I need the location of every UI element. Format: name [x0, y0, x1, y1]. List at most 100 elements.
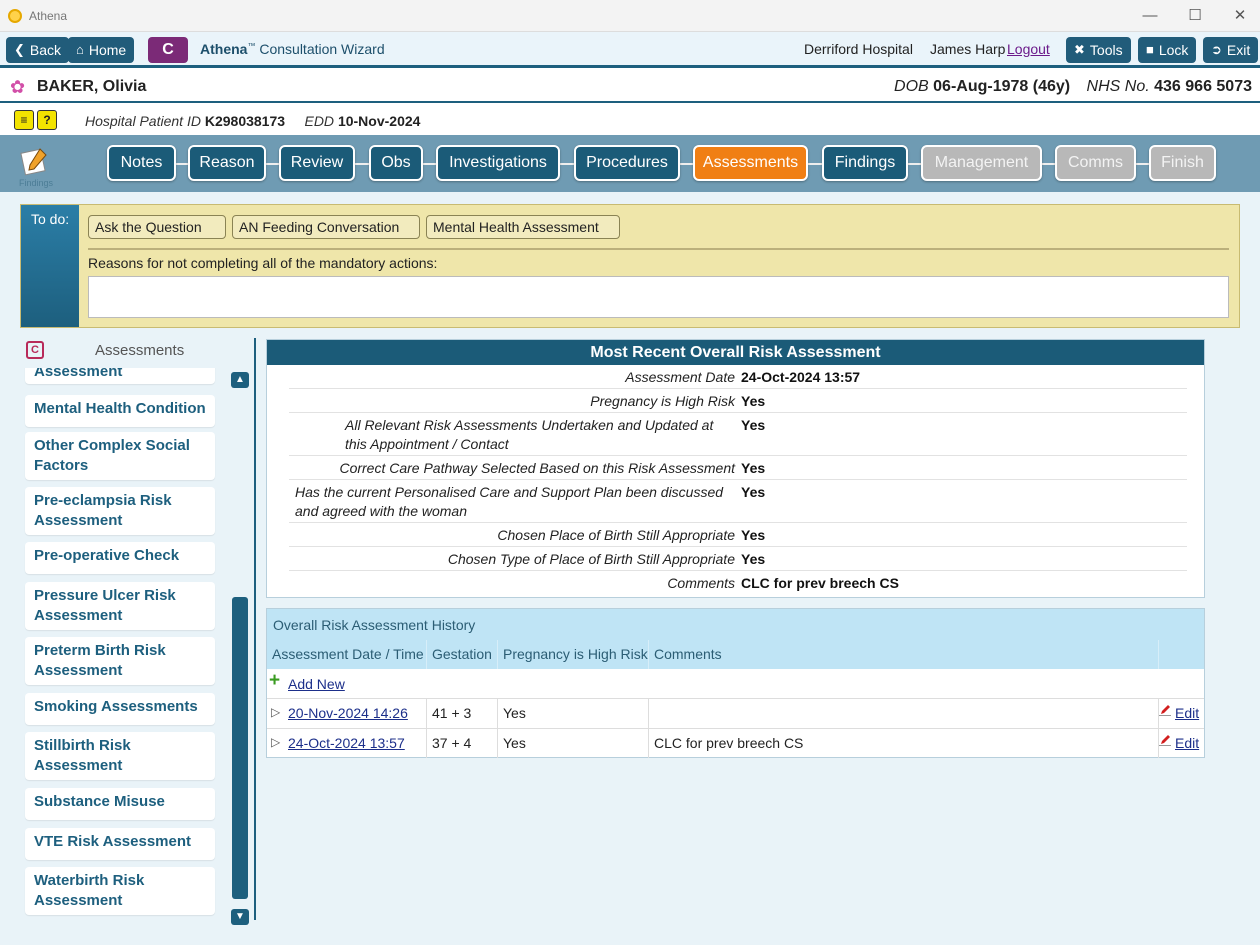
history-date-link[interactable]: 20-Nov-2024 14:26: [288, 705, 408, 721]
scrollbar-thumb[interactable]: [232, 597, 248, 899]
step-reason[interactable]: Reason: [188, 145, 266, 181]
sidebar-item-assessment[interactable]: Assessment: [25, 368, 215, 384]
pencil-icon[interactable]: [1159, 734, 1171, 746]
recent-value: Yes: [741, 417, 766, 433]
edit-link[interactable]: Edit: [1175, 729, 1199, 758]
hospital-id-label: Hospital Patient ID: [85, 113, 201, 129]
column-header-gestation[interactable]: Gestation: [427, 640, 498, 669]
wizard-title: Athena™ Consultation Wizard: [200, 41, 385, 57]
recent-row-care-pathway: Correct Care Pathway Selected Based on t…: [289, 457, 1187, 480]
recent-value: Yes: [741, 460, 766, 476]
todo-mental-health-assessment-button[interactable]: Mental Health Assessment: [426, 215, 620, 239]
recent-row-comments: Comments CLC for prev breech CS: [289, 572, 1187, 595]
todo-panel: To do: Ask the Question AN Feeding Conve…: [20, 204, 1240, 328]
flower-icon: ✿: [10, 77, 26, 97]
reasons-textarea[interactable]: [88, 276, 1229, 318]
todo-label: To do:: [21, 205, 79, 327]
lock-button[interactable]: ■ Lock: [1138, 37, 1197, 63]
minimize-button[interactable]: —: [1130, 4, 1170, 28]
recent-label: Pregnancy is High Risk: [590, 393, 735, 409]
help-icon[interactable]: ?: [37, 110, 57, 130]
sidebar-item-stillbirth-risk-assessment[interactable]: Stillbirth Risk Assessment: [25, 732, 215, 780]
logout-link[interactable]: Logout: [1007, 41, 1050, 57]
exit-button[interactable]: ➲ Exit: [1203, 37, 1259, 63]
recent-value: Yes: [741, 551, 766, 567]
sidebar-item-waterbirth-risk-assessment[interactable]: Waterbirth Risk Assessment: [25, 867, 215, 915]
recent-value: Yes: [741, 393, 766, 409]
column-header-high-risk[interactable]: Pregnancy is High Risk: [498, 640, 649, 669]
scroll-down-icon[interactable]: ▼: [231, 909, 249, 925]
sidebar-item-pre-eclampsia-risk-assessment[interactable]: Pre-eclampsia Risk Assessment: [25, 487, 215, 535]
close-window-button[interactable]: ✕: [1220, 4, 1260, 28]
recent-row-care-plan-discussed: Has the current Personalised Care and Su…: [289, 481, 1187, 523]
sidebar-item-preterm-birth-risk-assessment[interactable]: Preterm Birth Risk Assessment: [25, 637, 215, 685]
window-title: Athena: [29, 9, 68, 23]
sidebar-item-substance-misuse[interactable]: Substance Misuse: [25, 788, 215, 820]
main-content: To do: Ask the Question AN Feeding Conve…: [0, 192, 1260, 945]
tools-button[interactable]: ✖ Tools: [1066, 37, 1131, 63]
sidebar-scrollbar[interactable]: ▲ ▼: [231, 372, 249, 925]
expand-triangle-icon[interactable]: ▷: [271, 729, 280, 755]
trademark-symbol: ™: [247, 41, 256, 51]
add-new-link[interactable]: Add New: [288, 676, 345, 692]
patient-identifiers: DOB 06-Aug-1978 (46y) NHS No. 436 966 50…: [894, 78, 1252, 96]
recent-label: Comments: [667, 575, 735, 591]
history-date-cell: 24-Oct-2024 13:57: [283, 729, 427, 758]
sidebar-header: C Assessments: [20, 338, 254, 364]
todo-ask-the-question-button[interactable]: Ask the Question: [88, 215, 226, 239]
sidebar-item-vte-risk-assessment[interactable]: VTE Risk Assessment: [25, 828, 215, 860]
table-row: ▷ 24-Oct-2024 13:57 37 + 4 Yes CLC for p…: [267, 729, 1204, 759]
column-header-date[interactable]: Assessment Date / Time: [267, 640, 427, 669]
list-alert-icon[interactable]: ≡: [14, 110, 34, 130]
maximize-button[interactable]: ☐: [1175, 4, 1215, 28]
column-header-comments[interactable]: Comments: [649, 640, 1159, 669]
history-gestation: 37 + 4: [427, 729, 498, 758]
recent-value: Yes: [741, 484, 766, 500]
dob-value: 06-Aug-1978 (46y): [933, 78, 1071, 95]
back-label: Back: [29, 42, 62, 58]
history-high-risk: Yes: [498, 729, 649, 758]
c-button[interactable]: C: [148, 37, 188, 63]
recent-row-place-of-birth: Chosen Place of Birth Still Appropriate …: [289, 524, 1187, 547]
home-button[interactable]: ⌂ Home: [68, 37, 135, 63]
todo-an-feeding-conversation-button[interactable]: AN Feeding Conversation: [232, 215, 420, 239]
step-finish: Finish: [1149, 145, 1216, 181]
risk-assessment-history-table: Overall Risk Assessment History Assessme…: [266, 608, 1205, 758]
sidebar-item-smoking-assessments[interactable]: Smoking Assessments: [25, 693, 215, 725]
recent-value: CLC for prev breech CS: [741, 575, 899, 591]
lock-icon: ■: [1146, 42, 1154, 57]
exit-label: Exit: [1226, 42, 1251, 58]
pencil-icon[interactable]: [1159, 704, 1171, 716]
recent-label: Correct Care Pathway Selected Based on t…: [339, 460, 735, 476]
step-comms: Comms: [1055, 145, 1136, 181]
recent-row-type-of-place-of-birth: Chosen Type of Place of Birth Still Appr…: [289, 548, 1187, 571]
step-findings[interactable]: Findings: [822, 145, 908, 181]
step-investigations[interactable]: Investigations: [436, 145, 560, 181]
history-date-link[interactable]: 24-Oct-2024 13:57: [288, 735, 405, 751]
edd-label: EDD: [304, 113, 335, 129]
expand-triangle-icon[interactable]: ▷: [271, 699, 280, 725]
plus-icon[interactable]: +: [269, 671, 283, 690]
history-comments: [649, 699, 1159, 728]
sidebar-item-mental-health-condition[interactable]: Mental Health Condition: [25, 395, 215, 427]
nhs-value: 436 966 5073: [1154, 78, 1252, 95]
sidebar-item-other-complex-social-factors[interactable]: Other Complex Social Factors: [25, 432, 215, 480]
step-review[interactable]: Review: [279, 145, 355, 181]
history-header: Overall Risk Assessment History Assessme…: [267, 609, 1204, 669]
sidebar-item-pre-operative-check[interactable]: Pre-operative Check: [25, 542, 215, 574]
step-assessments[interactable]: Assessments: [693, 145, 808, 181]
athena-app-icon: [8, 9, 22, 23]
findings-notepad-icon: [20, 148, 47, 176]
step-procedures[interactable]: Procedures: [574, 145, 680, 181]
recent-label: Assessment Date: [625, 369, 735, 385]
back-button[interactable]: ❮ Back: [6, 37, 70, 63]
scroll-up-icon[interactable]: ▲: [231, 372, 249, 388]
sidebar-item-pressure-ulcer-risk-assessment[interactable]: Pressure Ulcer Risk Assessment: [25, 582, 215, 630]
tools-icon: ✖: [1074, 42, 1085, 57]
step-notes[interactable]: Notes: [107, 145, 176, 181]
step-obs[interactable]: Obs: [369, 145, 423, 181]
user-name: James Harp: [930, 41, 1006, 57]
edit-link[interactable]: Edit: [1175, 699, 1199, 728]
history-comments: CLC for prev breech CS: [649, 729, 1159, 758]
patient-sub-banner: ≡ ? Hospital Patient ID K298038173 EDD 1…: [0, 105, 1260, 135]
